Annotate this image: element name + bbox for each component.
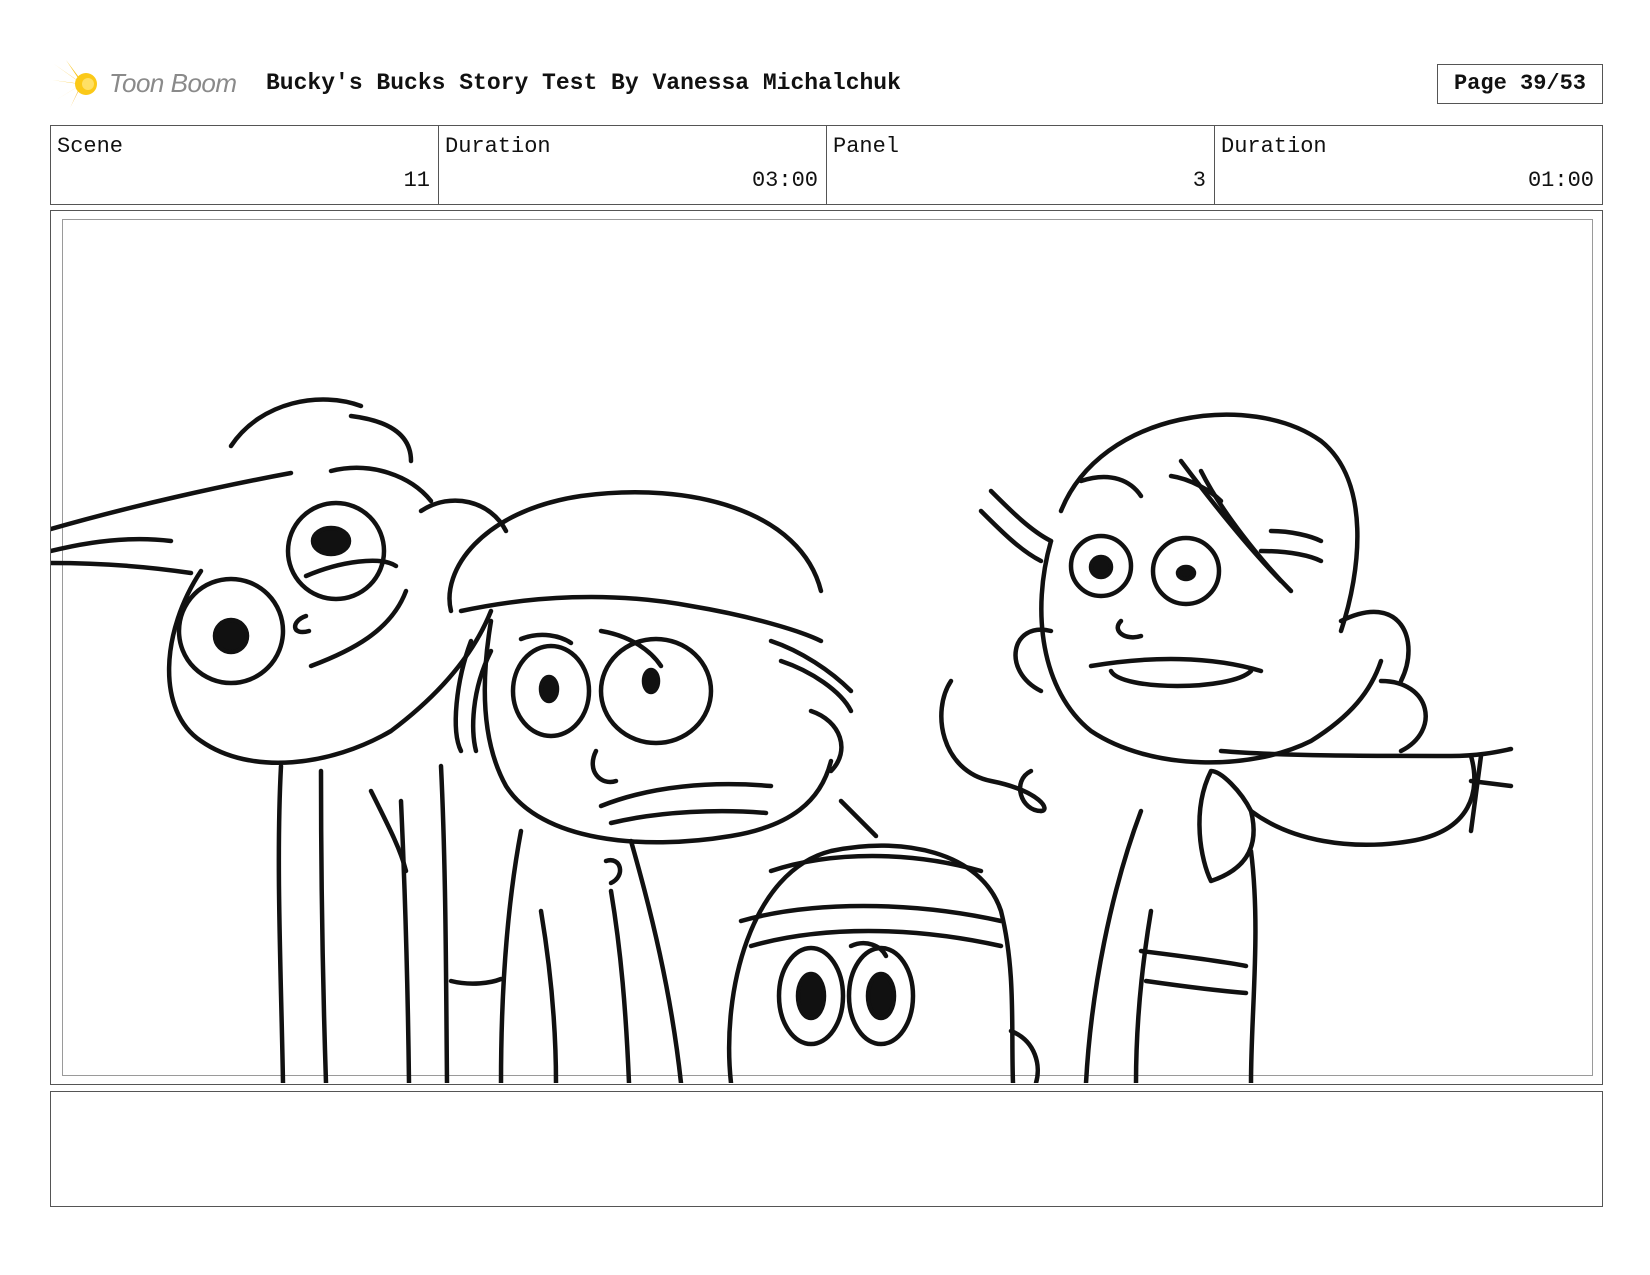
panel-duration-label: Duration [1221,134,1327,159]
panel-label: Panel [833,134,900,159]
scene-duration-value: 03:00 [751,168,818,193]
panel-duration-value: 01:00 [1527,168,1594,193]
panel-duration-cell: Duration 01:00 [1215,126,1602,204]
scene-value: 11 [403,168,430,193]
page-header: Toon Boom Bucky's Bucks Story Test By Va… [52,58,1612,108]
scene-info-row: Scene 11 Duration 03:00 Panel 3 Duration… [50,125,1603,205]
panel-notes-box[interactable] [50,1091,1603,1207]
storyboard-sketch [51,397,1514,1083]
toon-boom-logo: Toon Boom [52,58,252,110]
scene-cell: Scene 11 [51,126,439,204]
starburst-icon [52,60,97,108]
sketch-character-small [726,843,1040,1083]
logo-text: Toon Boom [109,68,237,98]
sketch-character-right [939,412,1514,1083]
page-number: Page 39/53 [1437,64,1603,104]
panel-value: 3 [1192,168,1206,193]
scene-label: Scene [57,134,124,159]
panel-frame [50,210,1603,1085]
document-title: Bucky's Bucks Story Test By Vanessa Mich… [266,70,901,96]
scene-duration-cell: Duration 03:00 [439,126,827,204]
sketch-character-left [51,397,509,1083]
scene-duration-label: Duration [445,134,551,159]
panel-cell: Panel 3 [827,126,1215,204]
